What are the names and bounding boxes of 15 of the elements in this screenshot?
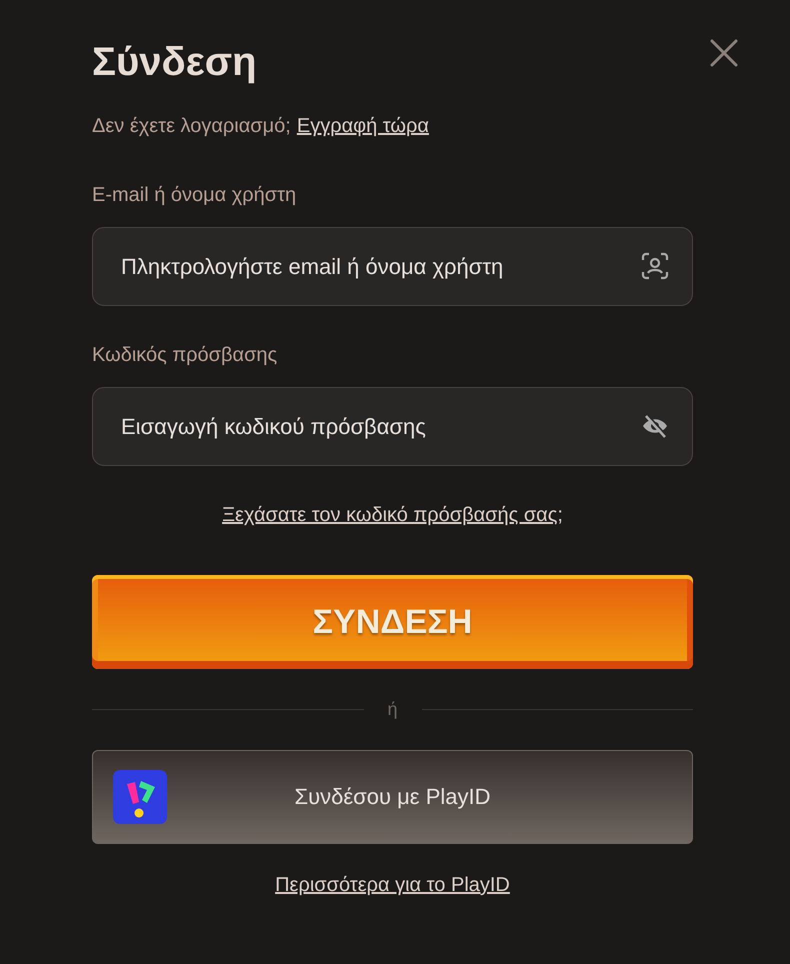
register-prompt: Δεν έχετε λογαριασμό; [92, 115, 291, 137]
field-label: Κωδικός πρόσβασης [92, 344, 278, 367]
playid-info-link[interactable]: Περισσότερα για το PlayID [275, 874, 510, 897]
eye-slash-icon [641, 412, 669, 440]
username-field[interactable]: Πληκτρολογήστε email ή όνομα χρήστη [92, 227, 693, 306]
user-scan-icon [641, 252, 669, 280]
playid-button[interactable]: Συνδέσου με PlayID [92, 750, 693, 844]
close-button[interactable] [710, 38, 738, 66]
field-label: E-mail ή όνομα χρήστη [92, 184, 298, 207]
dialog-title: Σύνδεση [92, 40, 257, 85]
forgot-password-link[interactable]: Ξεχάσατε τον κωδικό πρόσβασής σας; [222, 504, 563, 527]
password-field[interactable]: Εισαγωγή κωδικού πρόσβασης [92, 387, 693, 466]
playid-logo-icon [113, 770, 167, 824]
register-link[interactable]: Εγγραφή τώρα [296, 115, 429, 137]
divider-text: ή [386, 699, 399, 720]
